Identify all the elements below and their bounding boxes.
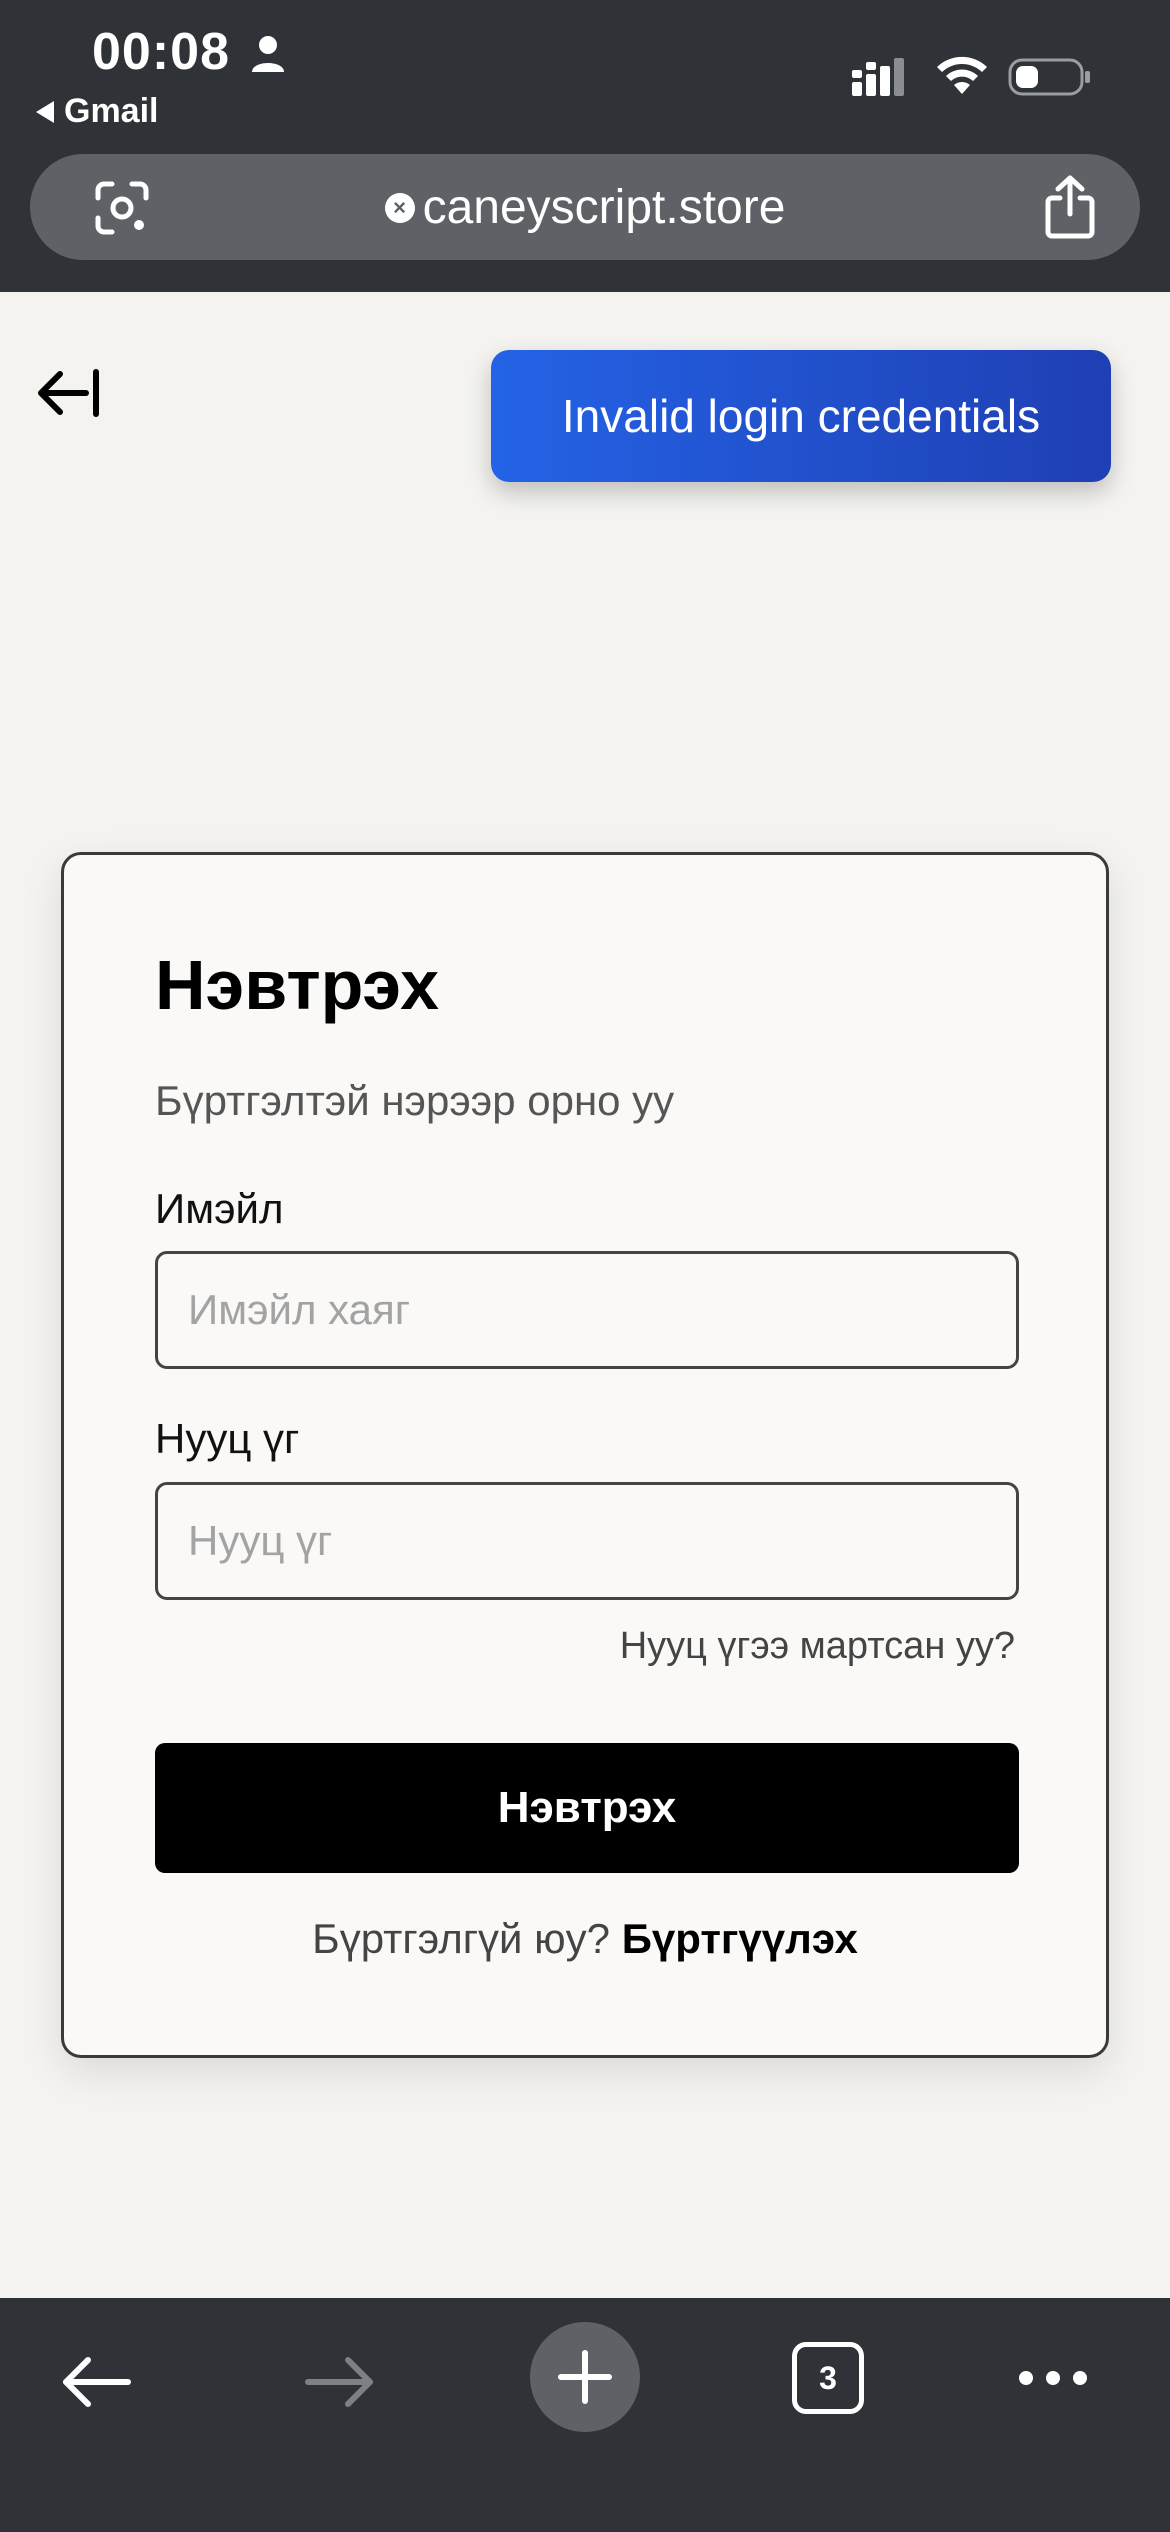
- plus-icon: [558, 2350, 612, 2404]
- back-app-label: Gmail: [64, 92, 159, 130]
- person-icon: [252, 36, 284, 72]
- password-label: Нууц үг: [155, 1415, 300, 1462]
- signup-link[interactable]: Бүртгүүлэх: [622, 1915, 858, 1962]
- tab-switcher-button[interactable]: 3: [792, 2342, 864, 2414]
- login-card: Нэвтрэх Бүртгэлтэй нэрээр орно уу Имэйл …: [61, 852, 1109, 2058]
- url-display[interactable]: × caneyscript.store: [30, 180, 1140, 235]
- browser-top-bar: 00:08 Gmail × caneyscript.store: [0, 0, 1170, 292]
- login-submit-button[interactable]: Нэвтрэх: [155, 1743, 1019, 1873]
- status-time: 00:08: [92, 23, 230, 81]
- wifi-icon: [937, 56, 987, 94]
- page-content: Invalid login credentials Нэвтрэх Бүртгэ…: [0, 292, 1170, 2298]
- signup-row: Бүртгэлгүй юу? Бүртгүүлэх: [64, 1915, 1106, 1963]
- share-icon[interactable]: [1040, 174, 1100, 240]
- forgot-password-link[interactable]: Нууц үгээ мартсан уу?: [620, 1625, 1015, 1668]
- url-text: caneyscript.store: [422, 181, 786, 234]
- back-triangle-icon: [36, 100, 54, 123]
- email-label: Имэйл: [155, 1185, 284, 1232]
- nav-forward-icon[interactable]: [300, 2350, 380, 2414]
- login-subtitle: Бүртгэлтэй нэрээр орно уу: [155, 1077, 675, 1124]
- password-field[interactable]: [155, 1482, 1019, 1600]
- not-secure-icon: ×: [384, 192, 415, 223]
- cellular-signal-icon: [852, 58, 904, 96]
- signup-prompt: Бүртгэлгүй юу?: [312, 1915, 611, 1962]
- nav-back-icon[interactable]: [56, 2350, 136, 2414]
- browser-bottom-toolbar: 3: [0, 2298, 1170, 2532]
- error-toast: Invalid login credentials: [491, 350, 1111, 482]
- email-field[interactable]: [155, 1251, 1019, 1369]
- battery-icon: [1008, 58, 1090, 96]
- login-title: Нэвтрэх: [155, 946, 440, 1024]
- more-options-icon[interactable]: [1016, 2364, 1090, 2392]
- url-bar[interactable]: × caneyscript.store: [30, 154, 1140, 260]
- new-tab-button[interactable]: [530, 2322, 640, 2432]
- back-to-app-link[interactable]: Gmail: [36, 92, 158, 131]
- back-exit-icon[interactable]: [34, 366, 104, 420]
